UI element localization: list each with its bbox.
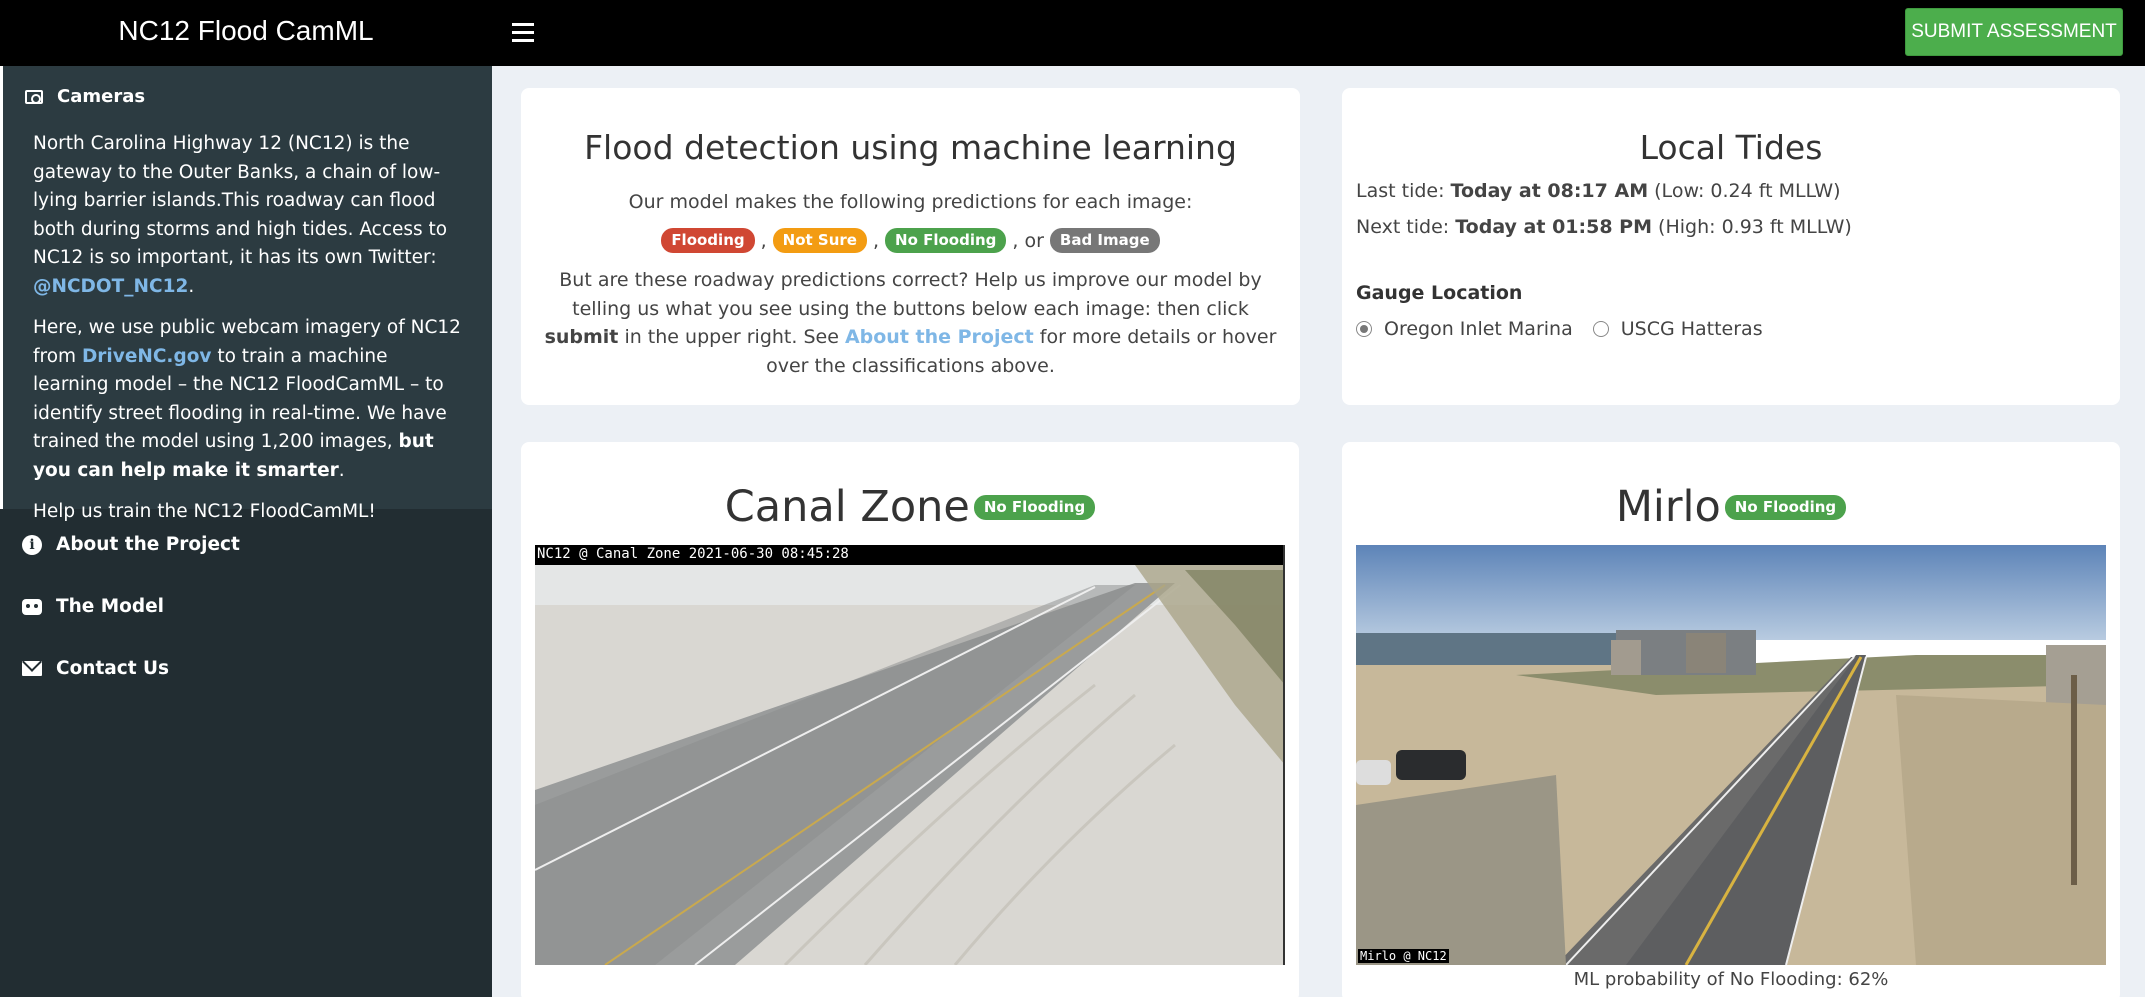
sidebar-item-label: The Model — [56, 596, 165, 617]
info-icon: i — [22, 534, 42, 555]
info-subtitle: Our model makes the following prediction… — [628, 191, 1193, 213]
separator: , — [872, 229, 880, 252]
intro-end: . — [188, 275, 195, 297]
info-card: Flood detection using machine learning O… — [521, 88, 1300, 405]
intro-paragraph: North Carolina Highway 12 (NC12) is the … — [33, 130, 463, 301]
submit-assessment-button[interactable]: SUBMIT ASSESSMENT — [1905, 8, 2123, 56]
oregon-inlet-label[interactable]: Oregon Inlet Marina — [1384, 318, 1573, 340]
last-tide-detail: (Low: 0.24 ft MLLW) — [1648, 180, 1841, 202]
twitter-link[interactable]: @NCDOT_NC12 — [33, 276, 188, 297]
info-bold: submit — [544, 326, 619, 348]
info-text-a: But are these roadway predictions correc… — [559, 269, 1262, 320]
sidebar-item-contact[interactable]: Contact Us — [22, 658, 169, 679]
bad-image-badge[interactable]: Bad Image — [1049, 228, 1160, 253]
gauge-radio-group: Oregon Inlet Marina USCG Hatteras — [1356, 318, 1783, 340]
separator: , or — [1012, 229, 1044, 252]
envelope-icon — [22, 661, 42, 676]
sidebar-description: North Carolina Highway 12 (NC12) is the … — [33, 130, 463, 540]
app-title[interactable]: NC12 Flood CamML — [0, 0, 492, 66]
robot-icon — [22, 598, 42, 615]
method-paragraph: Here, we use public webcam imagery of NC… — [33, 314, 463, 485]
next-tide: Next tide: Today at 01:58 PM (High: 0.93… — [1356, 216, 1852, 238]
drivenc-link[interactable]: DriveNC.gov — [82, 346, 212, 367]
intro-text: North Carolina Highway 12 (NC12) is the … — [33, 133, 448, 268]
camera-icon — [25, 89, 43, 104]
tides-card: Local Tides Last tide: Today at 08:17 AM… — [1342, 88, 2120, 405]
status-badge: No Flooding — [973, 494, 1096, 520]
camera-title-row: Mirlo No Flooding — [1342, 482, 2120, 532]
separator: , — [760, 229, 767, 252]
cta-paragraph: Help us train the NC12 FloodCamML! — [33, 501, 376, 522]
info-title: Flood detection using machine learning — [584, 128, 1237, 167]
camera-name: Canal Zone — [724, 482, 970, 532]
no-flooding-badge[interactable]: No Flooding — [885, 228, 1007, 253]
gauge-location-label: Gauge Location — [1356, 282, 1523, 304]
flooding-badge[interactable]: Flooding — [661, 228, 755, 253]
prediction-legend: Flooding , Not Sure , No Flooding , or B… — [521, 228, 1300, 253]
info-text-b: in the upper right. See — [618, 326, 845, 348]
tides-title: Local Tides — [1639, 128, 1823, 167]
last-tide-time: Today at 08:17 AM — [1450, 180, 1649, 202]
sidebar-item-cameras[interactable]: Cameras North Carolina Highway 12 (NC12)… — [0, 66, 492, 522]
camera-title-row: Canal Zone No Flooding — [521, 482, 1299, 532]
next-tide-label: Next tide: — [1356, 216, 1456, 238]
next-tide-time: Today at 01:58 PM — [1455, 216, 1653, 238]
camera-overlay-text: NC12 @ Canal Zone 2021-06-30 08:45:28 — [537, 546, 849, 562]
hamburger-menu-icon[interactable] — [512, 18, 534, 48]
method-end: . — [338, 459, 345, 481]
oregon-inlet-radio[interactable] — [1356, 321, 1372, 337]
next-tide-detail: (High: 0.93 ft MLLW) — [1652, 216, 1852, 238]
info-paragraph: But are these roadway predictions correc… — [543, 266, 1278, 380]
canal-zone-scene — [535, 545, 1283, 965]
cameras-label: Cameras — [57, 86, 146, 107]
camera-overlay-text: Mirlo @ NC12 — [1358, 949, 1449, 963]
uscg-hatteras-label[interactable]: USCG Hatteras — [1621, 318, 1763, 340]
cameras-header[interactable]: Cameras — [25, 86, 145, 107]
not-sure-badge[interactable]: Not Sure — [772, 228, 867, 253]
sidebar-item-about[interactable]: i About the Project — [22, 534, 240, 555]
uscg-hatteras-radio[interactable] — [1592, 321, 1609, 337]
camera-image[interactable]: Mirlo @ NC12 — [1356, 545, 2106, 965]
sidebar-item-label: About the Project — [56, 534, 240, 555]
sidebar-item-model[interactable]: The Model — [22, 596, 164, 617]
about-project-link[interactable]: About the Project — [845, 326, 1034, 348]
camera-card-mirlo: Mirlo No Flooding Mirlo @ NC12 ML probab… — [1342, 442, 2120, 997]
ml-probability: ML probability of No Flooding: 62% — [1573, 969, 1889, 990]
last-tide-label: Last tide: — [1356, 180, 1451, 202]
sidebar-item-label: Contact Us — [56, 658, 170, 679]
camera-card-canal-zone: Canal Zone No Flooding NC12 @ Canal Zone… — [521, 442, 1299, 997]
sidebar: Cameras North Carolina Highway 12 (NC12)… — [0, 66, 492, 997]
top-navbar: NC12 Flood CamML SUBMIT ASSESSMENT — [0, 0, 2145, 66]
status-badge: No Flooding — [1724, 494, 1847, 520]
camera-name: Mirlo — [1615, 482, 1721, 532]
camera-image[interactable]: NC12 @ Canal Zone 2021-06-30 08:45:28 — [535, 545, 1285, 965]
mirlo-scene — [1356, 545, 2106, 965]
last-tide: Last tide: Today at 08:17 AM (Low: 0.24 … — [1356, 180, 1841, 202]
